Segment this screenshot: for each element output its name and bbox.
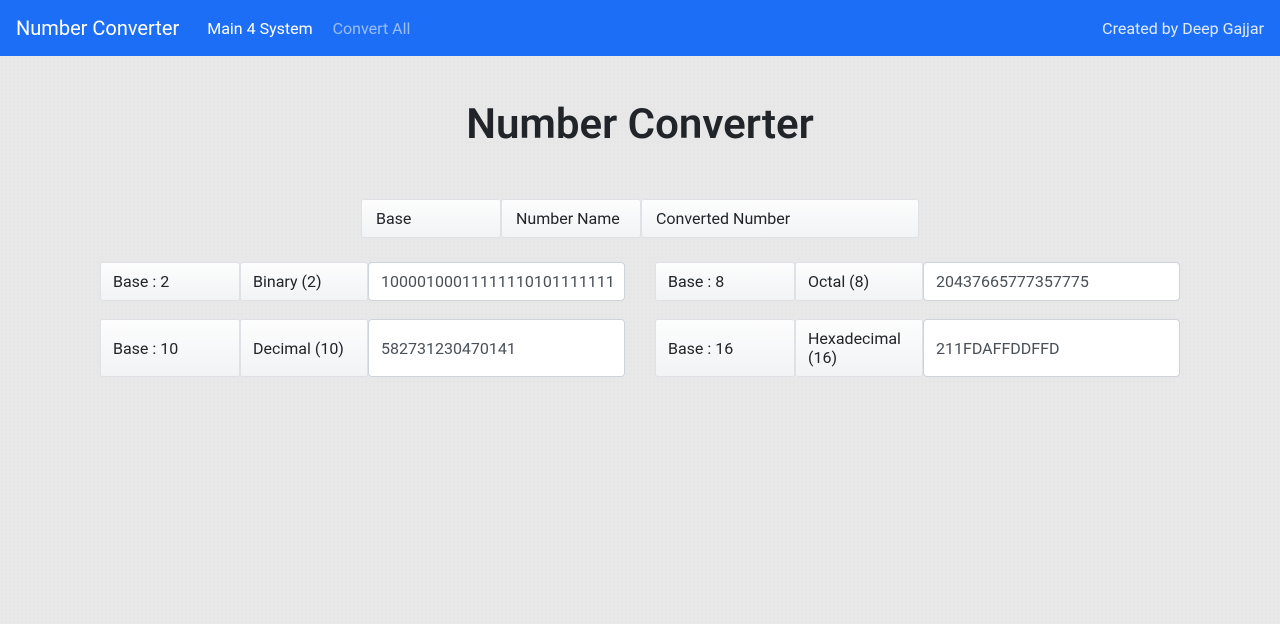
navbar-credit: Created by Deep Gajjar [1102, 19, 1264, 38]
octal-input[interactable] [923, 262, 1180, 301]
column-headers: Base Number Name Converted Number [100, 199, 1180, 238]
navbar: Number Converter Main 4 System Convert A… [0, 0, 1280, 56]
navbar-links: Main 4 System Convert All [207, 19, 1102, 38]
header-converted-number: Converted Number [641, 199, 919, 238]
binary-input[interactable] [368, 262, 625, 301]
nav-link-main-4-system[interactable]: Main 4 System [207, 19, 312, 38]
header-number-name: Number Name [501, 199, 641, 238]
data-area: Base : 2 Binary (2) Base : 8 Octal (8) B… [100, 262, 1180, 377]
hexadecimal-input[interactable] [923, 319, 1180, 377]
nav-link-convert-all[interactable]: Convert All [333, 19, 411, 38]
base-label: Base : 10 [100, 319, 240, 377]
base-8-group: Base : 8 Octal (8) [655, 262, 1180, 301]
data-row: Base : 2 Binary (2) Base : 8 Octal (8) [100, 262, 1180, 301]
header-base: Base [361, 199, 501, 238]
number-name-label: Hexadecimal (16) [795, 319, 923, 377]
base-label: Base : 2 [100, 262, 240, 301]
page-title: Number Converter [100, 100, 1180, 149]
navbar-brand[interactable]: Number Converter [16, 16, 179, 40]
base-2-group: Base : 2 Binary (2) [100, 262, 625, 301]
number-name-label: Decimal (10) [240, 319, 368, 377]
base-label: Base : 16 [655, 319, 795, 377]
base-16-group: Base : 16 Hexadecimal (16) [655, 319, 1180, 377]
base-10-group: Base : 10 Decimal (10) [100, 319, 625, 377]
base-label: Base : 8 [655, 262, 795, 301]
number-name-label: Binary (2) [240, 262, 368, 301]
decimal-input[interactable] [368, 319, 625, 377]
data-row: Base : 10 Decimal (10) Base : 16 Hexadec… [100, 319, 1180, 377]
number-name-label: Octal (8) [795, 262, 923, 301]
